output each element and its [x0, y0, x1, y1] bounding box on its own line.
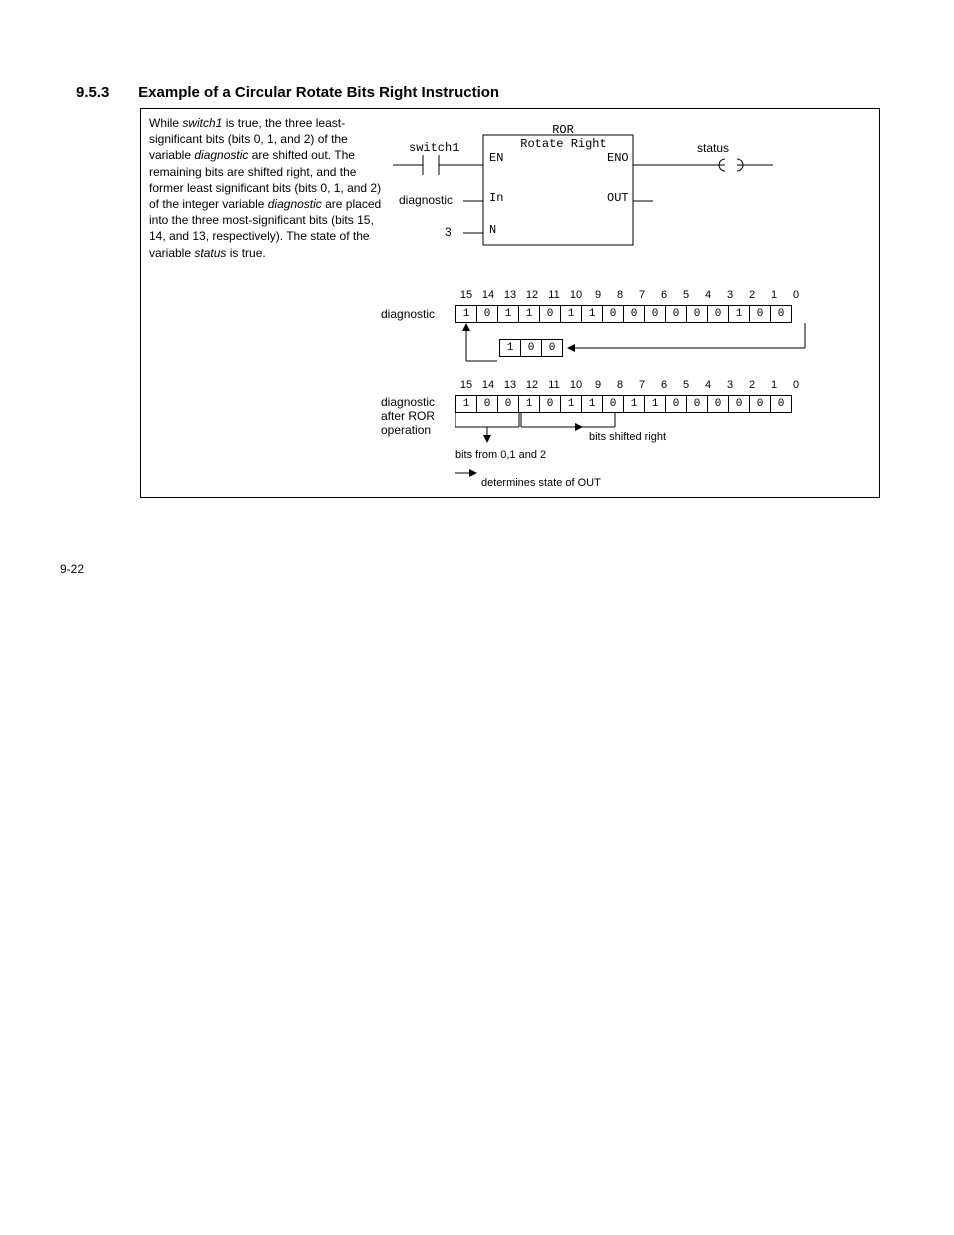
bit-num: 0 [785, 289, 807, 301]
ladder-en: EN [489, 151, 503, 165]
desc-diag: diagnostic [194, 148, 248, 162]
figure-box: While switch1 is true, the three least-s… [140, 108, 880, 498]
bit-num: 4 [697, 289, 719, 301]
bit-num: 12 [521, 379, 543, 391]
bit-num: 1 [763, 289, 785, 301]
bit-cell: 0 [665, 395, 687, 413]
after-label-1: diagnostic [381, 395, 435, 409]
desc-text: is true. [226, 246, 265, 260]
bit-cell: 0 [749, 395, 771, 413]
bit-num: 0 [785, 379, 807, 391]
ladder-diag-label: diagnostic [399, 193, 453, 207]
bit-num: 3 [719, 379, 741, 391]
bit-num: 15 [455, 289, 477, 301]
bit-cell: 0 [539, 395, 561, 413]
bit-num: 5 [675, 289, 697, 301]
bit-cell: 0 [497, 395, 519, 413]
ladder-diagram [393, 119, 873, 249]
bit-num: 9 [587, 289, 609, 301]
page-number: 9-22 [60, 562, 84, 576]
ladder-switch-label: switch1 [409, 141, 459, 155]
ladder-rotate-right: Rotate Right [511, 137, 616, 151]
anno-bits-from: bits from 0,1 and 2 [455, 449, 546, 461]
ladder-ror: ROR [533, 123, 593, 137]
bit-cell: 0 [728, 395, 750, 413]
wrap-arrows-1 [455, 305, 815, 365]
bit-num: 2 [741, 289, 763, 301]
bit-num: 13 [499, 379, 521, 391]
ladder-out: OUT [607, 191, 629, 205]
diag-label: diagnostic [381, 307, 435, 321]
desc-switch: switch1 [182, 116, 222, 130]
bit-num: 15 [455, 379, 477, 391]
ladder-in: In [489, 191, 503, 205]
after-label-2: after ROR [381, 409, 435, 423]
bit-num: 6 [653, 379, 675, 391]
bit-num: 13 [499, 289, 521, 301]
desc-diag: diagnostic [268, 197, 322, 211]
bit-row-after: 1001011011000000 [455, 395, 792, 413]
bit-num: 7 [631, 289, 653, 301]
bit-cell: 0 [476, 395, 498, 413]
ladder-n: N [489, 223, 496, 237]
ladder-eno: ENO [607, 151, 629, 165]
bit-num: 10 [565, 289, 587, 301]
bit-num: 8 [609, 289, 631, 301]
desc-text: While [149, 116, 182, 130]
ladder-status-label: status [697, 141, 729, 155]
anno-shifted: bits shifted right [589, 431, 666, 443]
bit-num: 11 [543, 379, 565, 391]
bit-cell: 1 [644, 395, 666, 413]
bit-num: 14 [477, 289, 499, 301]
bit-num: 7 [631, 379, 653, 391]
bit-num: 8 [609, 379, 631, 391]
bit-num: 14 [477, 379, 499, 391]
desc-status: status [194, 246, 226, 260]
ladder-n-val: 3 [445, 225, 452, 239]
page: 9.5.3 Example of a Circular Rotate Bits … [0, 0, 954, 1235]
bit-numbers: 1514131211109876543210 [455, 289, 815, 303]
bit-cell: 0 [707, 395, 729, 413]
bit-cell: 1 [623, 395, 645, 413]
bit-cell: 0 [686, 395, 708, 413]
bit-num: 9 [587, 379, 609, 391]
after-label-3: operation [381, 423, 431, 437]
bit-num: 11 [543, 289, 565, 301]
bit-num: 5 [675, 379, 697, 391]
bit-num: 12 [521, 289, 543, 301]
heading-number: 9.5.3 [76, 84, 134, 101]
bit-num: 6 [653, 289, 675, 301]
bit-num: 2 [741, 379, 763, 391]
bit-num: 1 [763, 379, 785, 391]
bit-cell: 1 [560, 395, 582, 413]
description: While switch1 is true, the three least-s… [149, 115, 387, 261]
bit-num: 10 [565, 379, 587, 391]
bit-numbers-2: 1514131211109876543210 [455, 379, 815, 393]
section-heading: 9.5.3 Example of a Circular Rotate Bits … [76, 84, 499, 101]
anno-determines: determines state of OUT [481, 477, 601, 489]
bit-cell: 1 [455, 395, 477, 413]
bit-cell: 0 [770, 395, 792, 413]
bit-cell: 1 [518, 395, 540, 413]
heading-title: Example of a Circular Rotate Bits Right … [138, 84, 499, 101]
bit-cell: 1 [581, 395, 603, 413]
bit-num: 4 [697, 379, 719, 391]
bit-num: 3 [719, 289, 741, 301]
bit-cell: 0 [602, 395, 624, 413]
